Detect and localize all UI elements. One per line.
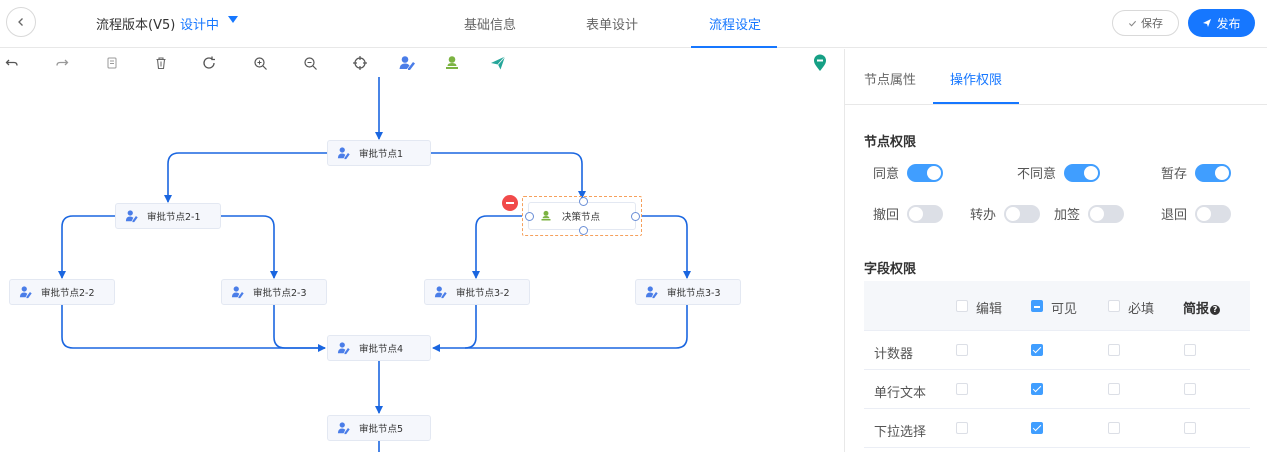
remove-node-button[interactable] xyxy=(502,195,518,211)
visible-header: 可见 xyxy=(1051,302,1078,317)
node-label: 决策节点 xyxy=(562,212,601,223)
table-row: 计数器 xyxy=(864,331,1250,370)
edit-checkbox[interactable] xyxy=(956,383,968,395)
required-all-checkbox[interactable] xyxy=(1108,300,1120,312)
edit-checkbox[interactable] xyxy=(956,422,968,434)
visible-checkbox[interactable] xyxy=(1031,383,1043,395)
node-label: 审批节点3-3 xyxy=(667,288,721,299)
flow-canvas[interactable] xyxy=(0,77,844,452)
node-label: 审批节点3-2 xyxy=(456,288,510,299)
perm-label: 加签 xyxy=(1054,208,1081,223)
table-row: 下拉选择 xyxy=(864,409,1250,448)
disagree-switch[interactable] xyxy=(1064,163,1101,182)
add-signer-switch[interactable] xyxy=(1088,204,1125,223)
approver-icon xyxy=(337,147,350,160)
question-icon[interactable]: ? xyxy=(1210,305,1221,315)
approver-icon xyxy=(337,342,350,355)
agree-switch[interactable] xyxy=(907,163,944,182)
perm-label: 不同意 xyxy=(1017,167,1057,182)
edit-all-checkbox[interactable] xyxy=(956,300,968,312)
publish-button[interactable]: 发布 xyxy=(1188,9,1255,37)
node-label: 审批节点4 xyxy=(359,344,404,355)
flow-node-approve-2-3[interactable]: 审批节点2-3 xyxy=(221,279,327,305)
save-label: 保存 xyxy=(1141,17,1163,30)
flow-node-decision[interactable]: 决策节点 xyxy=(522,196,642,236)
save-button[interactable]: 保存 xyxy=(1112,10,1179,36)
flow-node-approve-3-2[interactable]: 审批节点3-2 xyxy=(424,279,530,305)
node-label: 审批节点2-1 xyxy=(147,212,201,223)
tab-node-properties[interactable]: 节点属性 xyxy=(864,69,916,88)
flow-node-approve-2-1[interactable]: 审批节点2-1 xyxy=(115,203,221,229)
edit-header: 编辑 xyxy=(976,302,1003,317)
perm-label: 撤回 xyxy=(873,208,900,223)
approver-icon xyxy=(19,286,32,299)
perm-label: 暂存 xyxy=(1161,167,1188,182)
field-permissions-title: 字段权限 xyxy=(864,262,917,277)
field-permissions-table: 编辑 可见 必填 简报? 计数器 单行文本 下拉选择 xyxy=(864,281,1250,448)
publish-label: 发布 xyxy=(1216,16,1241,31)
brief-checkbox[interactable] xyxy=(1184,344,1196,356)
visible-checkbox[interactable] xyxy=(1031,344,1043,356)
flow-node-approve-2-2[interactable]: 审批节点2-2 xyxy=(9,279,115,305)
field-name: 计数器 xyxy=(874,347,914,362)
brief-header-label: 简报 xyxy=(1183,302,1210,317)
perm-label: 同意 xyxy=(873,167,900,182)
flow-node-approve-4[interactable]: 审批节点4 xyxy=(327,335,431,361)
field-name: 单行文本 xyxy=(874,386,927,401)
save-draft-switch[interactable] xyxy=(1195,163,1232,182)
flow-node-approve-5[interactable]: 审批节点5 xyxy=(327,415,431,441)
flow-node-approve-1[interactable]: 审批节点1 xyxy=(327,140,431,166)
required-checkbox[interactable] xyxy=(1108,422,1120,434)
perm-save-draft[interactable]: 暂存 xyxy=(1161,163,1232,182)
flow-node-approve-3-3[interactable]: 审批节点3-3 xyxy=(635,279,741,305)
perm-disagree[interactable]: 不同意 xyxy=(1017,163,1101,182)
required-checkbox[interactable] xyxy=(1108,344,1120,356)
required-checkbox[interactable] xyxy=(1108,383,1120,395)
visible-all-checkbox[interactable] xyxy=(1031,300,1043,312)
table-header: 编辑 可见 必填 简报? xyxy=(864,281,1250,331)
approver-icon xyxy=(337,422,350,435)
connect-handle-right[interactable] xyxy=(631,212,640,221)
node-label: 审批节点2-2 xyxy=(41,288,95,299)
approver-icon xyxy=(125,210,138,223)
node-permissions-title: 节点权限 xyxy=(864,135,917,150)
connect-handle-top[interactable] xyxy=(579,197,588,206)
check-icon xyxy=(1128,20,1137,27)
perm-label: 退回 xyxy=(1161,208,1188,223)
decision-icon xyxy=(541,210,551,221)
node-label: 审批节点1 xyxy=(359,149,404,160)
table-row: 单行文本 xyxy=(864,370,1250,409)
withdraw-switch[interactable] xyxy=(907,204,944,223)
return-switch[interactable] xyxy=(1195,204,1232,223)
connect-handle-bottom[interactable] xyxy=(579,226,588,235)
perm-add-signer[interactable]: 加签 xyxy=(1054,204,1125,223)
approver-icon xyxy=(645,286,658,299)
perm-agree[interactable]: 同意 xyxy=(873,163,944,182)
transfer-switch[interactable] xyxy=(1004,204,1041,223)
required-header: 必填 xyxy=(1128,302,1155,317)
brief-header: 简报? xyxy=(1183,298,1221,317)
tabs-divider xyxy=(845,104,1267,105)
visible-checkbox[interactable] xyxy=(1031,422,1043,434)
field-name: 下拉选择 xyxy=(874,425,927,440)
node-label: 审批节点5 xyxy=(359,424,404,435)
connect-handle-left[interactable] xyxy=(525,212,534,221)
brief-checkbox[interactable] xyxy=(1184,422,1196,434)
brief-checkbox[interactable] xyxy=(1184,383,1196,395)
approver-icon xyxy=(434,286,447,299)
tab-operation-permissions[interactable]: 操作权限 xyxy=(950,69,1002,88)
node-settings-panel: 节点属性 操作权限 节点权限 同意 不同意 暂存 撤回 转办 加签 退回 字段权… xyxy=(844,49,1267,452)
perm-transfer[interactable]: 转办 xyxy=(970,204,1041,223)
node-label: 审批节点2-3 xyxy=(253,288,307,299)
perm-label: 转办 xyxy=(970,208,997,223)
perm-return[interactable]: 退回 xyxy=(1161,204,1232,223)
perm-withdraw[interactable]: 撤回 xyxy=(873,204,944,223)
send-icon xyxy=(1203,19,1212,27)
edit-checkbox[interactable] xyxy=(956,344,968,356)
approver-icon xyxy=(231,286,244,299)
